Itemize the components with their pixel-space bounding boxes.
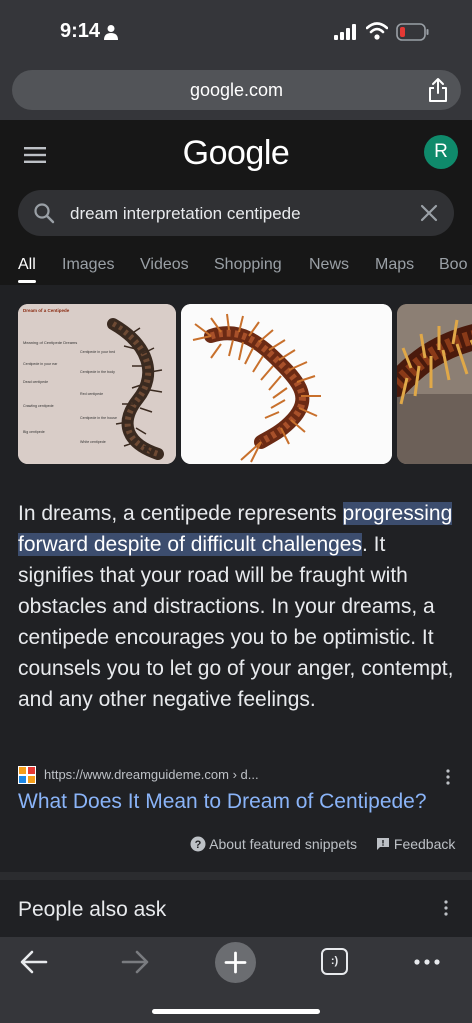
snippet-intro: In dreams, a centipede represents (18, 502, 343, 525)
featured-snippet-text: In dreams, a centipede represents progre… (18, 498, 458, 715)
forward-arrow-icon[interactable] (121, 949, 149, 975)
active-tab-indicator (18, 280, 36, 283)
people-also-ask-heading: People also ask (18, 898, 167, 921)
infographic-item: Dead centipede (23, 380, 49, 384)
infographic-heading: Meaning of Centipede Dreams (23, 340, 78, 345)
close-icon[interactable] (420, 204, 438, 222)
infographic-item: Red centipede (80, 392, 104, 396)
result-title-link[interactable]: What Does It Mean to Dream of Centipede? (18, 790, 427, 814)
about-featured-snippets-label: About featured snippets (209, 836, 358, 852)
image-carousel: Dream of a Centipede Meaning of Centiped… (0, 304, 472, 464)
more-options-icon[interactable] (446, 769, 450, 785)
help-icon: ? (190, 836, 206, 852)
tab-all[interactable]: All (18, 256, 36, 274)
tab-images[interactable]: Images (62, 256, 114, 274)
status-bar: 9:14 (0, 0, 472, 62)
tab-shopping[interactable]: Shopping (214, 256, 282, 274)
tab-switcher-button[interactable]: :) (321, 948, 348, 975)
section-divider (0, 872, 472, 880)
feedback-label: Feedback (393, 836, 456, 852)
feedback-icon (377, 838, 389, 850)
infographic-item: Centipede in your ear (23, 362, 58, 366)
snippet-meta-row: ? About featured snippets Feedback (0, 836, 472, 856)
tab-videos[interactable]: Videos (140, 256, 189, 274)
new-tab-button[interactable] (215, 942, 256, 983)
search-query: dream interpretation centipede (70, 204, 301, 223)
person-icon (104, 25, 118, 40)
search-tabs: All Images Videos Shopping News Maps Boo (0, 240, 472, 285)
battery-low-icon (396, 23, 429, 41)
infographic-item: Centipede in the body (80, 370, 115, 374)
svg-text:?: ? (195, 839, 202, 851)
image-thumbnail-centipede[interactable] (181, 304, 392, 464)
image-thumbnail-infographic[interactable]: Dream of a Centipede Meaning of Centiped… (18, 304, 176, 464)
google-logo[interactable]: Google (0, 134, 472, 173)
tab-news[interactable]: News (309, 256, 349, 274)
back-arrow-icon[interactable] (20, 949, 48, 975)
address-url: google.com (189, 80, 284, 100)
more-options-icon[interactable] (444, 900, 448, 916)
cellular-signal-icon (334, 24, 356, 40)
infographic-item: Big centipede (23, 430, 45, 434)
site-favicon-icon (18, 766, 36, 784)
more-menu-icon[interactable] (414, 959, 440, 965)
address-bar[interactable]: google.com (12, 70, 461, 110)
plus-icon (224, 951, 247, 974)
share-icon[interactable] (427, 77, 449, 103)
status-time: 9:14 (60, 20, 101, 42)
home-indicator[interactable] (152, 1009, 320, 1014)
snippet-rest: . It signifies that your road will be fr… (18, 533, 454, 711)
tab-maps[interactable]: Maps (375, 256, 414, 274)
about-featured-snippets-link[interactable]: ? About featured snippets (190, 836, 357, 852)
feedback-link[interactable]: Feedback (376, 836, 455, 852)
infographic-title: Dream of a Centipede (23, 308, 70, 313)
browser-address-area: google.com (0, 62, 472, 120)
infographic-item: White centipede (80, 440, 106, 444)
google-header: Google (0, 120, 472, 190)
result-source[interactable]: https://www.dreamguideme.com › d... (18, 765, 458, 787)
infographic-item: Crawling centipede (23, 404, 54, 408)
search-icon (34, 203, 55, 224)
source-url: https://www.dreamguideme.com › d... (44, 767, 259, 782)
image-thumbnail-centipede-2[interactable] (397, 304, 472, 464)
infographic-item: Centipede in the house (80, 416, 117, 420)
infographic-item: Centipede in your bed (80, 350, 116, 354)
search-input[interactable]: dream interpretation centipede (18, 190, 454, 236)
wifi-icon (366, 22, 388, 40)
tab-books[interactable]: Boo (439, 256, 467, 274)
search-area: dream interpretation centipede (0, 190, 472, 240)
account-avatar[interactable]: R (424, 135, 458, 169)
